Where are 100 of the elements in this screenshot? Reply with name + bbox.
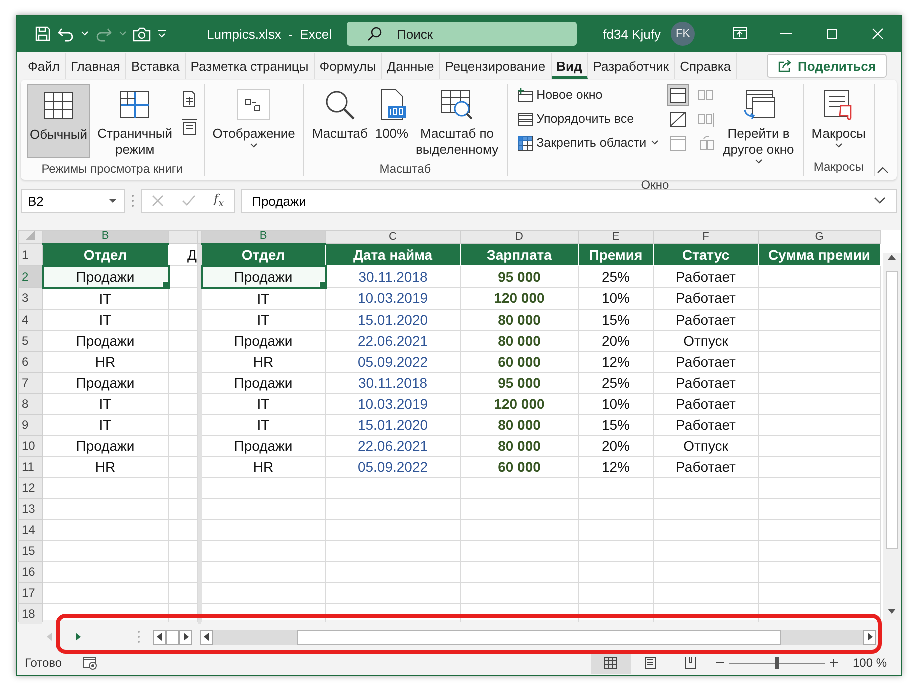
ribbon-tab[interactable]: Справка	[675, 53, 738, 79]
grip-icon[interactable]	[137, 630, 141, 644]
scroll-down-icon[interactable]	[887, 608, 897, 616]
scroll-right-button[interactable]	[179, 630, 192, 644]
scroll-right-button[interactable]	[863, 630, 876, 644]
table-cell: 05.09.2022	[326, 456, 460, 477]
display-options-icon	[236, 88, 272, 122]
row-header[interactable]: 6	[18, 351, 42, 372]
row-header[interactable]: 7	[18, 372, 42, 393]
caret-icon[interactable]	[108, 197, 118, 205]
scroll-thumb[interactable]	[297, 630, 781, 644]
ribbon-tab[interactable]: Данные	[382, 53, 440, 79]
ribbon-display-icon[interactable]	[732, 26, 748, 42]
collapse-icon[interactable]	[877, 166, 889, 174]
vertical-scrollbar[interactable]	[883, 253, 901, 620]
scroll-thumb[interactable]	[166, 630, 179, 644]
ribbon-button[interactable]: Закрепить области	[514, 132, 663, 154]
user-name[interactable]: fd34 Kjufy	[603, 26, 661, 42]
column-header[interactable]: D	[460, 230, 578, 244]
ribbon-button[interactable]: Отображение	[210, 84, 298, 158]
share-button[interactable]: Поделиться	[766, 54, 887, 78]
row-header[interactable]: 16	[18, 561, 42, 582]
user-avatar[interactable]: FK	[671, 22, 695, 46]
macro-record-icon[interactable]	[82, 656, 98, 670]
row-header[interactable]: 14	[18, 519, 42, 540]
name-box[interactable]: B2	[21, 189, 125, 213]
expand-icon[interactable]	[874, 197, 886, 205]
ribbon-button[interactable]: Новое окно	[514, 84, 663, 106]
row-header[interactable]: 10	[18, 435, 42, 456]
row-header[interactable]: 15	[18, 540, 42, 561]
table-cell: 30.11.2018	[326, 372, 460, 393]
row-header[interactable]: 17	[18, 582, 42, 603]
table-cell: IT	[202, 414, 326, 435]
scroll-left-button[interactable]	[153, 630, 166, 644]
row-header[interactable]: 18	[18, 603, 42, 624]
scroll-left-icon	[204, 633, 210, 641]
ribbon-tab[interactable]: Формулы	[314, 53, 382, 79]
group-label: Режимы просмотра книги	[40, 162, 184, 176]
check-icon[interactable]	[182, 195, 196, 207]
ribbon-button[interactable]: Макросы	[810, 84, 868, 158]
row-header[interactable]: 8	[18, 393, 42, 414]
table-cell: 95 000	[460, 266, 578, 288]
ribbon-button[interactable]: Обычный	[27, 84, 90, 158]
customize-icon[interactable]	[157, 30, 167, 38]
undo-icon[interactable]	[57, 26, 75, 42]
ribbon-tab[interactable]: Рецензирование	[440, 53, 552, 79]
row-header[interactable]: 11	[18, 456, 42, 477]
scroll-thumb[interactable]	[886, 271, 898, 549]
column-header[interactable]: E	[578, 230, 654, 244]
custom-views-icon[interactable]	[180, 118, 198, 136]
view-button[interactable]	[590, 652, 631, 674]
zoom-in-icon[interactable]	[828, 658, 839, 668]
ribbon-tab[interactable]: Главная	[66, 53, 126, 79]
table-cell: 80 000	[460, 330, 578, 351]
ribbon-button[interactable]: Перейти в другое окно	[720, 84, 797, 178]
row-header[interactable]: 12	[18, 477, 42, 498]
column-header[interactable]: B	[202, 230, 326, 244]
insert-function-button[interactable]: f$_{x}$	[214, 192, 224, 210]
formula-field[interactable]: Продажи	[241, 189, 897, 213]
caret-icon[interactable]	[81, 31, 89, 37]
ribbon-button[interactable]: Масштаб	[310, 84, 370, 158]
close-icon[interactable]	[870, 26, 886, 42]
slider-thumb[interactable]	[774, 657, 779, 669]
ribbon-button[interactable]: Упорядочить все	[514, 108, 663, 130]
table-cell: Отпуск	[654, 330, 758, 351]
camera-icon[interactable]	[133, 26, 151, 42]
maximize-icon[interactable]	[824, 26, 840, 42]
row-header[interactable]: 4	[18, 309, 42, 330]
row-header[interactable]: 9	[18, 414, 42, 435]
row-header[interactable]: 3	[18, 288, 42, 309]
page-break-view-icon	[683, 656, 698, 670]
sheet-nav-right-icon[interactable]	[75, 632, 83, 642]
column-header[interactable]: C	[326, 230, 460, 244]
table-cell: 25%	[578, 372, 654, 393]
scroll-left-button[interactable]	[200, 630, 213, 644]
row-header[interactable]: 13	[18, 498, 42, 519]
horizontal-scrollbar[interactable]	[200, 630, 876, 644]
window-title: Lumpics.xlsx - Excel	[207, 26, 333, 42]
ribbon-tab[interactable]: Файл	[23, 53, 66, 79]
ribbon-button[interactable]: Масштаб по выделенному	[414, 84, 501, 162]
ribbon-button[interactable]: 100%	[372, 84, 412, 158]
search-field[interactable]: Поиск	[347, 22, 577, 46]
column-header[interactable]: G	[758, 230, 880, 244]
row-header[interactable]: 1	[18, 244, 42, 266]
table-cell: 95 000	[460, 372, 578, 393]
ribbon-tab[interactable]: Разработчик	[588, 53, 676, 79]
table-cell: Работает	[654, 288, 758, 309]
toggle-button[interactable]	[666, 84, 689, 106]
table-cell: Работает	[654, 414, 758, 435]
column-header[interactable]: F	[654, 230, 758, 244]
save-icon[interactable]	[35, 26, 51, 42]
ribbon-button[interactable]: Страничный режим	[92, 84, 178, 162]
ribbon-tab[interactable]: Разметка страницы	[186, 53, 315, 79]
scroll-up-icon[interactable]	[887, 253, 897, 261]
column-header[interactable]: B	[42, 230, 168, 244]
table-cell: Продажи	[202, 330, 326, 351]
table-cell: IT	[42, 414, 168, 435]
row-header[interactable]: 2	[18, 266, 42, 288]
ribbon-tab[interactable]: Вставка	[126, 53, 186, 79]
row-header[interactable]: 5	[18, 330, 42, 351]
